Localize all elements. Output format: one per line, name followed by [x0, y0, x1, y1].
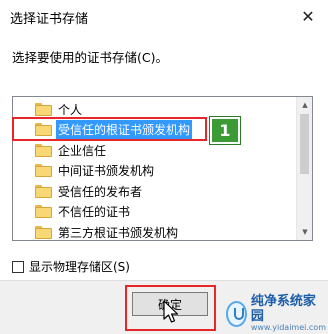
tree-item[interactable]: 第三方根证书颁发机构	[13, 222, 297, 240]
tree-item-label: 受信任的发布者	[58, 184, 143, 199]
watermark-logo-icon	[226, 301, 247, 327]
close-button[interactable]: ✕	[293, 2, 323, 30]
show-physical-stores-checkbox[interactable]	[12, 260, 24, 273]
tree-item[interactable]: 企业信任	[13, 140, 297, 161]
title-bar: 选择证书存储 ✕	[0, 0, 328, 36]
scroll-up-icon[interactable]: ▲	[297, 97, 312, 113]
tree-item[interactable]: 受信任的发布者	[13, 181, 297, 202]
store-prompt-label: 选择要使用的证书存储(C)。	[12, 50, 168, 65]
folder-icon	[35, 143, 52, 157]
mouse-pointer-icon	[163, 300, 179, 323]
watermark: 纯净系统家园 www.yidaimei.com	[226, 294, 326, 332]
close-icon: ✕	[301, 6, 315, 26]
folder-icon	[35, 184, 52, 198]
show-physical-stores-label: 显示物理存储区(S)	[29, 260, 130, 274]
step-number-badge: 1	[209, 116, 241, 145]
dialog-title: 选择证书存储	[10, 12, 89, 27]
folder-icon	[35, 102, 52, 116]
watermark-name: 纯净系统家园	[250, 294, 316, 324]
tree-item[interactable]: 中间证书颁发机构	[13, 161, 297, 182]
selection-highlight-box	[12, 117, 207, 141]
tree-item-label: 第三方根证书颁发机构	[58, 225, 179, 240]
folder-icon	[35, 225, 52, 239]
certificate-store-dialog: 选择证书存储 ✕ 选择要使用的证书存储(C)。 个人 受信任的根证书颁发机构 企业信…	[0, 0, 328, 334]
tree-item-label: 中间证书颁发机构	[58, 164, 155, 179]
scroll-down-icon[interactable]: ▼	[297, 224, 312, 240]
tree-item-label: 企业信任	[58, 143, 107, 158]
tree-item[interactable]: 不信任的证书	[13, 202, 297, 223]
folder-icon	[35, 164, 52, 178]
show-physical-stores-option[interactable]: 显示物理存储区(S)	[12, 258, 130, 275]
scrollbar-thumb[interactable]	[300, 114, 309, 174]
tree-scrollbar[interactable]: ▲ ▼	[296, 97, 312, 240]
tree-item-label: 个人	[58, 102, 83, 117]
tree-item-label: 不信任的证书	[58, 205, 131, 220]
watermark-url: www.yidaimei.com	[250, 322, 326, 332]
folder-icon	[35, 205, 52, 219]
